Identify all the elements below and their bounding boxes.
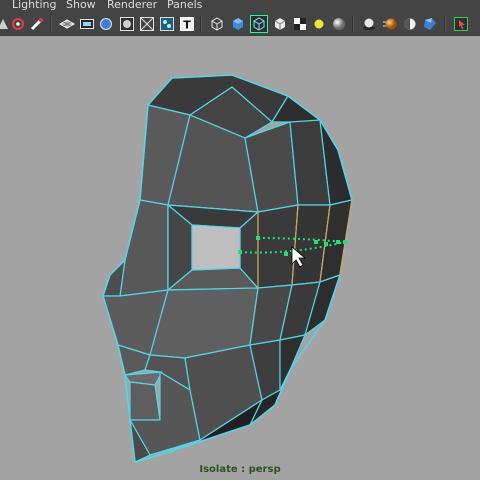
menu-show[interactable]: Show: [66, 0, 96, 11]
grid-icon[interactable]: [58, 15, 76, 33]
lock-camera-icon[interactable]: [9, 15, 27, 33]
menu-lighting[interactable]: Lighting: [12, 0, 56, 11]
head-mesh[interactable]: [102, 74, 353, 463]
hud-isolate-label: Isolate : persp: [199, 464, 281, 475]
xray-icon[interactable]: [229, 15, 247, 33]
menu-renderer[interactable]: Renderer: [107, 0, 157, 11]
shadows-icon[interactable]: [310, 15, 328, 33]
panel-menu-bar: Lighting Show Renderer Panels: [0, 0, 480, 12]
film-gate-icon[interactable]: [78, 15, 96, 33]
use-all-lights-icon[interactable]: [291, 15, 309, 33]
default-light-icon[interactable]: [271, 15, 289, 33]
smooth-shade-icon[interactable]: [208, 15, 226, 33]
screen-space-ao-icon[interactable]: [360, 15, 378, 33]
bookmark-icon[interactable]: [28, 15, 46, 33]
texture-icon[interactable]: [158, 15, 176, 33]
safe-area-icon[interactable]: [118, 15, 136, 33]
camera-attributes-icon[interactable]: [421, 15, 439, 33]
panel-toolbar: T: [0, 12, 480, 36]
field-chart-icon[interactable]: [138, 15, 156, 33]
svg-text:T: T: [183, 19, 191, 32]
wireframe-on-shaded-icon[interactable]: T: [178, 15, 196, 33]
menu-panels[interactable]: Panels: [167, 0, 202, 11]
high-quality-icon[interactable]: [330, 15, 348, 33]
multisample-icon[interactable]: [401, 15, 419, 33]
motion-blur-icon[interactable]: [381, 15, 399, 33]
panel-layout-icon[interactable]: [452, 15, 470, 33]
3d-viewport[interactable]: [0, 36, 480, 480]
resolution-gate-icon[interactable]: [97, 15, 115, 33]
isolate-select-icon[interactable]: [250, 15, 268, 33]
